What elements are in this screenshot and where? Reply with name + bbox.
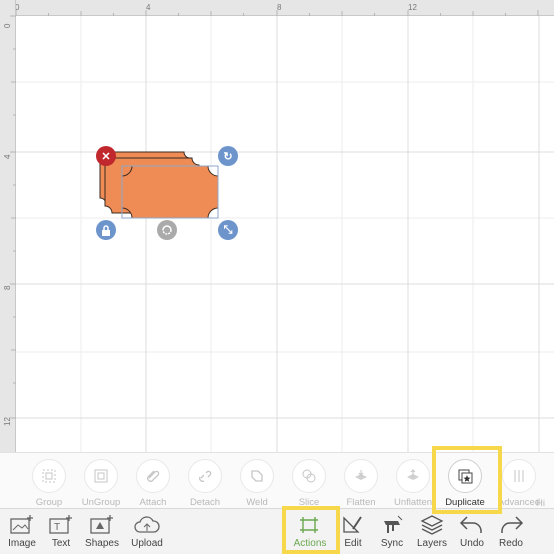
redo-button[interactable]: Redo xyxy=(496,509,526,555)
shapes-button[interactable]: Shapes xyxy=(84,509,120,555)
group-icon xyxy=(32,459,66,493)
attach-button[interactable]: Attach xyxy=(128,453,178,509)
action-label: UnGroup xyxy=(81,497,121,508)
left-ruler: 0 4 8 12 xyxy=(0,0,16,452)
ticket-shape-front xyxy=(121,165,219,219)
action-label: Attach xyxy=(139,497,167,508)
duplicate-button[interactable]: Duplicate xyxy=(440,453,490,509)
image-button[interactable]: Image xyxy=(4,509,40,555)
toolbar-label: Upload xyxy=(131,538,163,549)
ungroup-icon xyxy=(84,459,118,493)
svg-text:T: T xyxy=(54,522,60,533)
lock-icon[interactable] xyxy=(96,220,116,240)
bottom-toolbar: Image T Text Shapes Upload Actions Edit … xyxy=(0,508,554,554)
rotate-icon[interactable]: ↻ xyxy=(218,146,238,166)
action-label: Slice xyxy=(298,497,320,508)
sync-tab[interactable]: Sync xyxy=(378,509,406,555)
undo-icon xyxy=(456,509,488,535)
detach-button[interactable]: Detach xyxy=(180,453,230,509)
action-label: Duplicate xyxy=(445,497,485,508)
actions-tab[interactable]: Actions xyxy=(290,509,330,555)
group-button[interactable]: Group xyxy=(24,453,74,509)
ticket-shape-group[interactable] xyxy=(96,150,226,222)
action-label: Group xyxy=(35,497,63,508)
undo-button[interactable]: Undo xyxy=(456,509,488,555)
image-add-icon xyxy=(4,509,40,535)
action-label: Weld xyxy=(246,497,268,508)
duplicate-icon xyxy=(448,459,482,493)
upload-cloud-icon xyxy=(128,509,166,535)
delete-icon[interactable]: ✕ xyxy=(96,146,116,166)
attach-icon xyxy=(136,459,170,493)
text-add-icon: T xyxy=(44,509,78,535)
toolbar-label: Image xyxy=(8,538,36,549)
detach-icon xyxy=(188,459,222,493)
weld-button[interactable]: Weld xyxy=(232,453,282,509)
resize-icon[interactable]: ⤡ xyxy=(218,220,238,240)
flatten-icon xyxy=(344,459,378,493)
redo-icon xyxy=(496,509,526,535)
advanced-icon xyxy=(502,459,536,493)
toolbar-label: Actions xyxy=(293,538,327,549)
hide-icon xyxy=(536,453,554,494)
toolbar-label: Edit xyxy=(344,538,362,549)
toolbar-label: Text xyxy=(51,538,71,549)
toolbar-label: Shapes xyxy=(85,538,119,549)
unflatten-button[interactable]: Unflatten xyxy=(388,453,438,509)
slice-icon xyxy=(292,459,326,493)
slice-button[interactable]: Slice xyxy=(284,453,334,509)
actions-icon xyxy=(290,509,330,535)
unflatten-icon xyxy=(396,459,430,493)
layers-tab[interactable]: Layers xyxy=(416,509,448,555)
shapes-add-icon xyxy=(84,509,120,535)
action-label: Flatten xyxy=(346,497,376,508)
toolbar-label: Redo xyxy=(499,538,523,549)
flatten-button[interactable]: Flatten xyxy=(336,453,386,509)
top-ruler: 0 4 8 12 xyxy=(0,0,554,16)
weld-icon xyxy=(240,459,274,493)
ungroup-button[interactable]: UnGroup xyxy=(76,453,126,509)
left-ruler-ticks xyxy=(10,15,16,419)
text-button[interactable]: T Text xyxy=(44,509,78,555)
toolbar-label: Layers xyxy=(416,538,447,549)
action-label: Unflatten xyxy=(393,497,433,508)
action-bar: Group UnGroup Attach Detach Weld Slice F… xyxy=(0,452,554,509)
flip-icon[interactable] xyxy=(157,220,177,240)
upload-button[interactable]: Upload xyxy=(128,509,166,555)
action-label: Detach xyxy=(189,497,221,508)
edit-tab[interactable]: Edit xyxy=(340,509,366,555)
edit-icon xyxy=(340,509,366,535)
toolbar-label: Sync xyxy=(380,538,404,549)
top-ruler-ticks xyxy=(15,10,539,16)
toolbar-label: Undo xyxy=(460,538,484,549)
layers-icon xyxy=(416,509,448,535)
sync-icon xyxy=(378,509,406,535)
hide-button[interactable]: Hi xyxy=(536,453,554,509)
design-canvas[interactable]: ✕ ↻ ⤡ xyxy=(16,16,554,452)
